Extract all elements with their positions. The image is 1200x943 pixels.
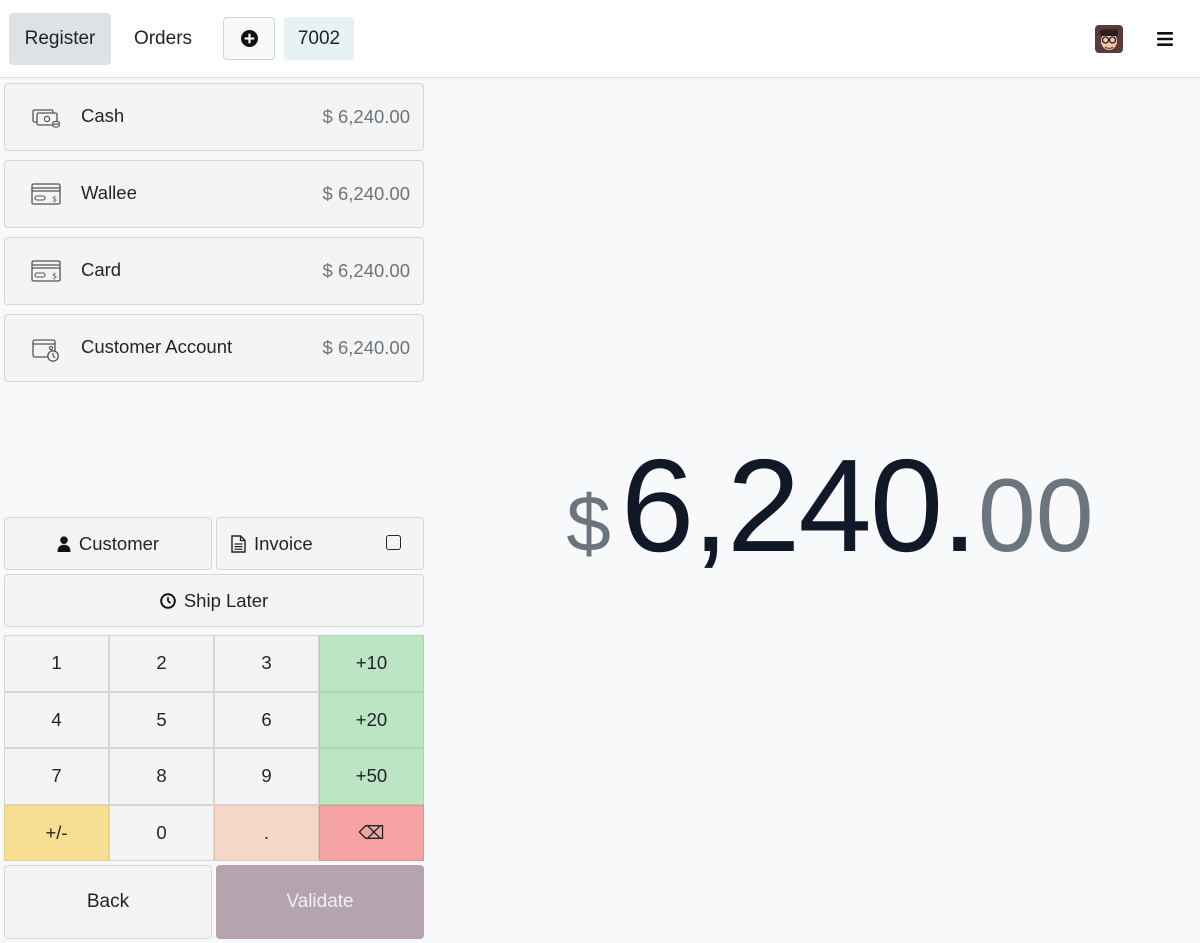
clock-icon bbox=[160, 592, 176, 609]
payment-method-cash[interactable]: Cash $ 6,240.00 bbox=[4, 83, 424, 151]
customer-label: Customer bbox=[78, 532, 160, 554]
document-icon bbox=[231, 534, 246, 553]
total-decimals: 00 bbox=[977, 458, 1094, 574]
tab-orders[interactable]: Orders bbox=[120, 13, 206, 65]
numpad-key-9[interactable]: 9 bbox=[214, 748, 319, 805]
numpad-key-4[interactable]: 4 bbox=[4, 691, 109, 748]
invoice-button[interactable]: Invoice bbox=[216, 517, 424, 570]
payment-method-amount: $ 6,240.00 bbox=[322, 106, 410, 127]
hamburger-menu-icon bbox=[1157, 32, 1173, 46]
avatar-icon bbox=[1095, 25, 1123, 53]
customer-button[interactable]: Customer bbox=[4, 517, 212, 570]
payment-method-amount: $ 6,240.00 bbox=[322, 260, 410, 281]
svg-text:$: $ bbox=[52, 272, 57, 281]
ship-later-label: Ship Later bbox=[183, 589, 269, 611]
numpad-key-0[interactable]: 0 bbox=[109, 804, 214, 861]
user-icon bbox=[57, 535, 71, 552]
payment-terminal-icon: $ bbox=[31, 181, 61, 209]
hamburger-menu-button[interactable] bbox=[1152, 26, 1178, 52]
numpad-key-backspace[interactable]: ⌫ bbox=[319, 804, 424, 861]
cash-icon bbox=[31, 104, 61, 132]
credit-card-icon: $ bbox=[31, 258, 61, 286]
ship-later-button[interactable]: Ship Later bbox=[4, 574, 424, 627]
customer-account-icon bbox=[31, 335, 61, 363]
numpad-key-sign-toggle[interactable]: +/- bbox=[4, 804, 109, 861]
svg-text:$: $ bbox=[52, 195, 57, 204]
numpad-key-plus-10[interactable]: +10 bbox=[319, 635, 424, 692]
invoice-checkbox[interactable] bbox=[386, 535, 401, 550]
numpad-key-plus-50[interactable]: +50 bbox=[319, 748, 424, 805]
numpad-key-7[interactable]: 7 bbox=[4, 748, 109, 805]
numpad-key-plus-20[interactable]: +20 bbox=[319, 691, 424, 748]
payment-method-amount: $ 6,240.00 bbox=[322, 337, 410, 358]
new-order-button[interactable] bbox=[223, 17, 275, 60]
numpad-key-decimal[interactable]: . bbox=[214, 804, 319, 861]
numpad-key-3[interactable]: 3 bbox=[214, 635, 319, 692]
payment-method-name: Wallee bbox=[81, 182, 137, 203]
numpad-key-1[interactable]: 1 bbox=[4, 635, 109, 692]
payment-method-name: Card bbox=[81, 259, 122, 280]
payment-method-amount: $ 6,240.00 bbox=[322, 183, 410, 204]
numpad-key-6[interactable]: 6 bbox=[214, 691, 319, 748]
back-button[interactable]: Back bbox=[4, 865, 212, 939]
total-integer: 6,240 bbox=[620, 432, 943, 579]
payment-method-wallee[interactable]: $ Wallee $ 6,240.00 bbox=[4, 160, 424, 228]
numpad-key-5[interactable]: 5 bbox=[109, 691, 214, 748]
payment-method-customer-account[interactable]: Customer Account $ 6,240.00 bbox=[4, 314, 424, 382]
user-avatar[interactable] bbox=[1095, 25, 1123, 53]
numpad-key-8[interactable]: 8 bbox=[109, 748, 214, 805]
invoice-label: Invoice bbox=[254, 532, 313, 554]
numpad: 1 2 3 +10 4 5 6 +20 7 8 9 +50 +/- 0 . ⌫ bbox=[4, 635, 424, 861]
payment-method-name: Cash bbox=[81, 105, 125, 126]
total-currency: $ bbox=[566, 479, 611, 568]
payment-method-name: Customer Account bbox=[81, 336, 233, 357]
plus-circle-icon bbox=[240, 30, 258, 47]
tab-register[interactable]: Register bbox=[9, 13, 111, 65]
numpad-key-2[interactable]: 2 bbox=[109, 635, 214, 692]
current-order-tab[interactable]: 7002 bbox=[284, 17, 354, 60]
total-amount-display: $ 6,240 . 00 bbox=[430, 430, 1200, 610]
payment-method-card[interactable]: $ Card $ 6,240.00 bbox=[4, 237, 424, 305]
validate-button[interactable]: Validate bbox=[216, 865, 424, 939]
top-navbar: Register Orders 7002 bbox=[0, 0, 1200, 78]
total-separator: . bbox=[941, 432, 978, 579]
